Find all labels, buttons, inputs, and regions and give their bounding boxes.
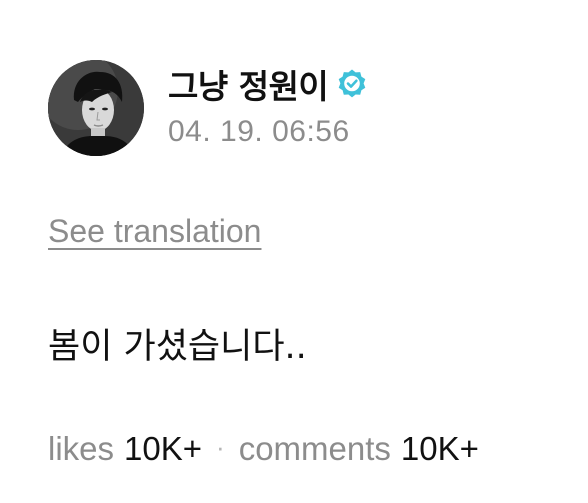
comments-label[interactable]: comments: [239, 430, 391, 468]
author-name[interactable]: 그냥 정원이: [168, 60, 329, 108]
author-row: 그냥 정원이: [168, 62, 368, 106]
see-translation-link[interactable]: See translation: [48, 213, 261, 250]
post-card: 그냥 정원이 04. 19. 06:56 See translation 봄이 …: [0, 0, 588, 503]
post-timestamp: 04. 19. 06:56: [168, 115, 350, 148]
stats-separator: ·: [216, 432, 225, 462]
likes-label[interactable]: likes: [48, 430, 114, 468]
post-stats: likes 10K+ · comments 10K+: [48, 430, 479, 468]
verified-badge-icon: [336, 68, 368, 100]
likes-count[interactable]: 10K+: [124, 430, 202, 468]
avatar[interactable]: [48, 60, 144, 156]
comments-count[interactable]: 10K+: [401, 430, 479, 468]
avatar-image: [48, 60, 144, 156]
post-body-text: 봄이 가셨습니다..: [48, 327, 307, 367]
